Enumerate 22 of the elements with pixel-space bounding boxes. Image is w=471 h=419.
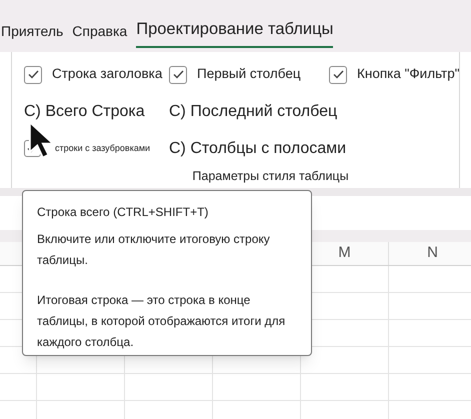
checkmark-icon	[28, 70, 38, 79]
group-label: Параметры стиля таблицы	[192, 168, 349, 185]
tooltip-text: Итоговая строка — это строка в конце таблицы, в которой отображаются итоги для каждого столбца.	[37, 292, 286, 351]
option-label[interactable]: Строка заголовка	[52, 64, 162, 85]
option-label[interactable]: С) Последний столбец	[169, 100, 338, 124]
ribbon-tab[interactable]: Приятель	[1, 21, 64, 48]
checkbox[interactable]	[24, 66, 42, 84]
option-label[interactable]: С) Всего Строка	[24, 100, 145, 124]
checkmark-icon	[172, 70, 184, 79]
option-label[interactable]: С) Столбцы с полосами	[169, 136, 346, 160]
column-header[interactable]: N	[427, 242, 438, 265]
option-label[interactable]: Кнопка "Фильтр"	[357, 64, 460, 85]
option-label[interactable]: Первый столбец	[197, 64, 301, 85]
ribbon-tab[interactable]: Проектирование таблицы	[136, 17, 334, 48]
tooltip-text: Включите или отключите итоговую строку таблицы.	[37, 231, 271, 269]
option-label[interactable]: строки с зазубровками	[55, 142, 150, 156]
checkbox[interactable]	[169, 66, 187, 84]
checkmark-icon	[332, 70, 344, 79]
column-header[interactable]: M	[338, 242, 351, 265]
ribbon-tab[interactable]: Справка	[72, 21, 128, 48]
tooltip-title: Строка всего (CTRL+SHIFT+T)	[37, 204, 210, 221]
checkbox[interactable]	[329, 66, 347, 84]
